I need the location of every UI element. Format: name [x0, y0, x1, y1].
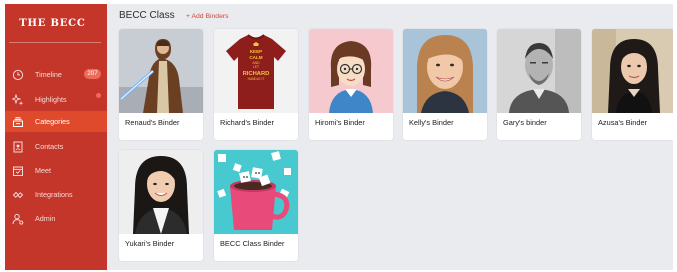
binder-thumbnail [497, 29, 581, 113]
binder-thumbnail [119, 29, 203, 113]
app-window: THE BECC Timeline 207 Highlights Categor… [5, 4, 673, 270]
sidebar-item-label: Highlights [35, 95, 67, 104]
binder-thumbnail [214, 150, 298, 234]
binder-card[interactable]: Kelly's Binder [403, 29, 487, 140]
binder-thumbnail [309, 29, 393, 113]
sidebar: THE BECC Timeline 207 Highlights Categor… [5, 4, 107, 270]
calendar-icon [11, 164, 24, 177]
binder-title: Yukari's Binder [125, 239, 175, 248]
binder-title: Renaud's Binder [125, 118, 180, 127]
binder-thumbnail [119, 150, 203, 234]
binder-title: Gary's binder [503, 118, 547, 127]
notification-count-badge: 207 [84, 69, 101, 79]
app-logo[interactable]: THE BECC [5, 18, 100, 29]
sidebar-item-contacts[interactable]: Contacts [5, 136, 107, 157]
binder-card[interactable]: Yukari's Binder [119, 150, 203, 261]
link-icon [11, 188, 24, 201]
contact-book-icon [11, 140, 24, 153]
binder-card[interactable]: Azusa's Binder [592, 29, 673, 140]
sidebar-item-highlights[interactable]: Highlights [5, 89, 107, 110]
admin-user-icon [11, 212, 24, 225]
sidebar-item-label: Integrations [35, 190, 73, 199]
unread-dot [96, 93, 101, 98]
binder-card[interactable]: Hiromi's Binder [309, 29, 393, 140]
binder-card[interactable]: BECC Class Binder [214, 150, 298, 261]
tshirt-text-line: LET [253, 65, 259, 69]
binder-title: Azusa's Binder [598, 118, 648, 127]
clock-icon [11, 68, 24, 81]
add-binders-button[interactable]: + Add Binders [186, 13, 229, 20]
sparkle-icon [11, 93, 24, 106]
sidebar-item-categories[interactable]: Categories [5, 111, 107, 132]
tshirt-text-line: CALM [249, 55, 262, 60]
binder-thumbnail [403, 29, 487, 113]
binder-card[interactable]: Gary's binder [497, 29, 581, 140]
sidebar-item-label: Admin [35, 214, 56, 223]
tshirt-text-line: KEEP [250, 49, 263, 54]
sidebar-item-timeline[interactable]: Timeline 207 [5, 64, 107, 85]
binder-gallery: BECC Class + Add Binders Renaud's Binder [107, 4, 673, 270]
sidebar-item-meet[interactable]: Meet [5, 160, 107, 181]
binder-thumbnail: KEEP CALM AND LET RICHARD HANDLE IT [214, 29, 298, 113]
sidebar-item-admin[interactable]: Admin [5, 208, 107, 229]
sidebar-item-label: Meet [35, 166, 51, 175]
binder-title: Richard's Binder [220, 118, 274, 127]
binder-card[interactable]: Renaud's Binder [119, 29, 203, 140]
binder-title: Hiromi's Binder [315, 118, 365, 127]
sidebar-item-label: Categories [35, 117, 70, 126]
binder-thumbnail [592, 29, 673, 113]
tshirt-text-line: HANDLE IT [248, 77, 265, 81]
stack-icon [11, 115, 24, 128]
sidebar-item-label: Contacts [35, 142, 64, 151]
page-title: BECC Class [119, 10, 175, 21]
sidebar-item-integrations[interactable]: Integrations [5, 184, 107, 205]
binder-card[interactable]: KEEP CALM AND LET RICHARD HANDLE IT Rich… [214, 29, 298, 140]
logo-divider [9, 42, 101, 43]
sidebar-item-label: Timeline [35, 70, 62, 79]
binder-title: Kelly's Binder [409, 118, 454, 127]
binder-title: BECC Class Binder [220, 239, 285, 248]
